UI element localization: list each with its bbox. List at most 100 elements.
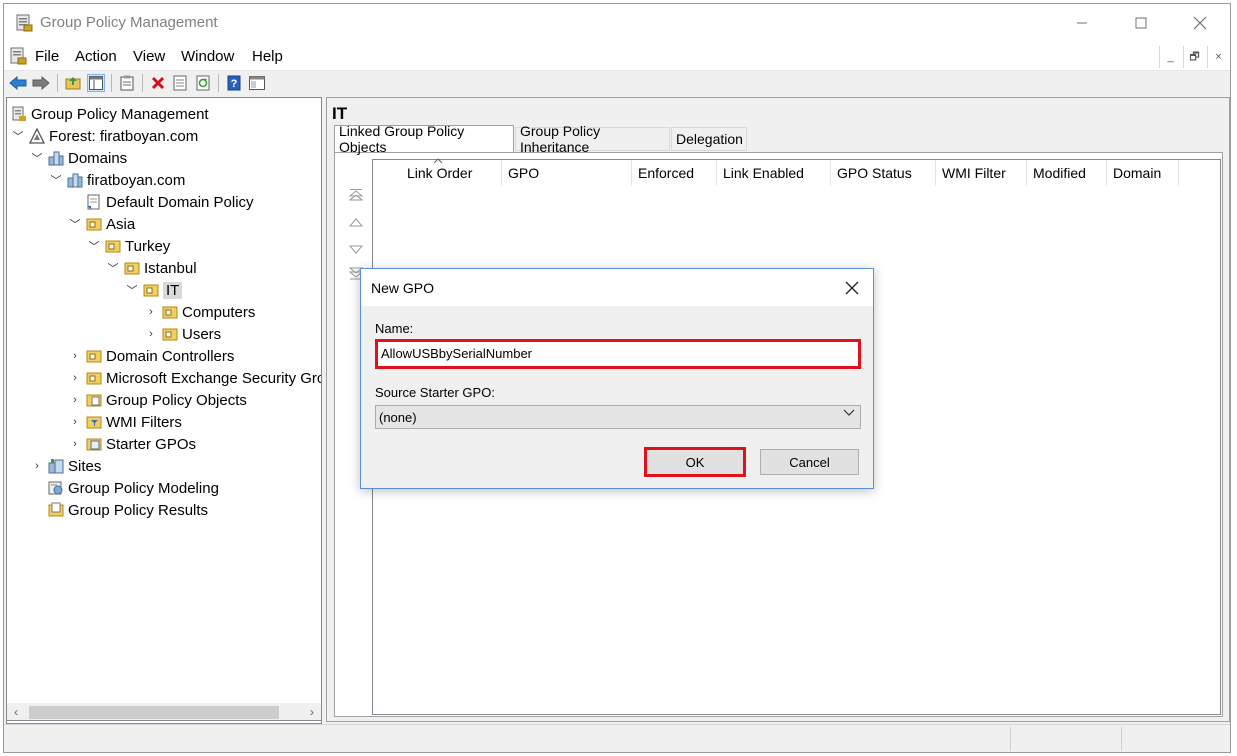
forward-arrow-icon — [32, 76, 50, 90]
sort-ascending-icon — [433, 158, 443, 164]
clipboard-icon — [120, 75, 134, 91]
back-arrow-icon — [9, 76, 27, 90]
chevron-right-icon[interactable]: › — [68, 349, 82, 363]
dialog-title: New GPO — [371, 280, 435, 296]
scroll-left-icon[interactable]: ‹ — [7, 703, 25, 721]
tree-node-turkey[interactable]: ﹀ Turkey — [87, 235, 171, 257]
tab-gp-inheritance[interactable]: Group Policy Inheritance — [515, 123, 670, 155]
chevron-down-icon[interactable]: ﹀ — [11, 129, 25, 143]
tab-linked-gpos[interactable]: Linked Group Policy Objects — [334, 123, 514, 155]
console-view-button[interactable] — [248, 74, 266, 92]
chevron-right-icon[interactable]: › — [68, 415, 82, 429]
tree-node-microsoft-exchange-security[interactable]: › Microsoft Exchange Security Grc — [68, 367, 321, 389]
column-gpo[interactable]: GPO — [502, 160, 632, 186]
help-button[interactable]: ? — [225, 74, 243, 92]
chevron-right-icon[interactable]: › — [144, 327, 158, 341]
menu-action[interactable]: Action — [75, 48, 117, 65]
gpo-link-icon — [87, 194, 100, 210]
move-up-button[interactable] — [348, 215, 364, 231]
domain-icon — [67, 173, 83, 188]
minimize-button[interactable] — [1059, 4, 1105, 42]
tree-node-group-policy-management[interactable]: Group Policy Management — [11, 103, 209, 125]
child-restore-button[interactable]: 🗗 — [1183, 46, 1205, 68]
move-top-button[interactable] — [348, 187, 364, 203]
ok-button[interactable]: OK — [644, 447, 746, 477]
tree-node-forest[interactable]: ﹀ Forest: firatboyan.com — [11, 125, 199, 147]
column-gpo-status[interactable]: GPO Status — [831, 160, 936, 186]
window-title: Group Policy Management — [40, 14, 218, 31]
forward-button[interactable] — [32, 74, 50, 92]
chevron-right-icon[interactable]: › — [30, 459, 44, 473]
close-button[interactable] — [1177, 4, 1223, 42]
menu-help[interactable]: Help — [252, 48, 283, 65]
tree-node-sites[interactable]: › Sites — [30, 455, 101, 477]
move-down-button[interactable] — [348, 241, 364, 257]
tree-node-firatboyan-com[interactable]: ﹀ firatboyan.com — [49, 169, 186, 191]
tree-node-starter-gpos[interactable]: › Starter GPOs — [68, 433, 196, 455]
source-starter-gpo-select[interactable]: (none) — [375, 405, 861, 429]
tree-label: Turkey — [125, 237, 171, 255]
scroll-right-icon[interactable]: › — [303, 703, 321, 721]
tree-node-wmi-filters[interactable]: › WMI Filters — [68, 411, 182, 433]
tree-node-default-domain-policy[interactable]: Default Domain Policy — [86, 191, 254, 213]
ou-folder-icon — [124, 262, 140, 275]
child-minimize-button[interactable]: _ — [1159, 46, 1181, 68]
dialog-close-button[interactable] — [839, 275, 865, 301]
chevron-down-icon[interactable]: ﹀ — [87, 239, 101, 253]
properties-icon — [173, 75, 187, 91]
column-domain[interactable]: Domain — [1107, 160, 1179, 186]
tree-node-it[interactable]: ﹀ IT — [125, 279, 183, 301]
console-tree[interactable]: Group Policy Management ﹀ Forest: firatb… — [6, 97, 322, 724]
tree-label: Asia — [106, 215, 136, 233]
chevron-down-icon[interactable]: ﹀ — [30, 151, 44, 165]
chevron-down-icon[interactable]: ﹀ — [68, 217, 82, 231]
tree-node-asia[interactable]: ﹀ Asia — [68, 213, 136, 235]
name-label: Name: — [375, 321, 414, 336]
chevron-down-icon[interactable]: ﹀ — [125, 283, 139, 297]
delete-icon — [151, 76, 165, 90]
tree-node-istanbul[interactable]: ﹀ Istanbul — [106, 257, 197, 279]
show-hide-tree-button[interactable] — [87, 74, 105, 92]
sites-icon — [48, 459, 64, 474]
tree-node-group-policy-objects[interactable]: › Group Policy Objects — [68, 389, 247, 411]
tree-label: Group Policy Modeling — [68, 479, 219, 497]
chevron-down-icon[interactable]: ﹀ — [106, 261, 120, 275]
maximize-button[interactable] — [1118, 4, 1164, 42]
new-gpo-dialog: New GPO Name: AllowUSBbySerialNumber Sou… — [360, 268, 874, 489]
tree-node-domain-controllers[interactable]: › Domain Controllers — [68, 345, 234, 367]
tree-node-group-policy-modeling[interactable]: Group Policy Modeling — [48, 477, 219, 499]
chevron-right-icon[interactable]: › — [68, 371, 82, 385]
tree-node-computers[interactable]: › Computers — [144, 301, 255, 323]
clipboard-button[interactable] — [118, 74, 136, 92]
tab-delegation[interactable]: Delegation — [671, 127, 747, 151]
gpm-app-icon — [16, 14, 33, 32]
cancel-button[interactable]: Cancel — [760, 449, 859, 475]
gpm-icon — [12, 106, 26, 121]
refresh-button[interactable] — [194, 74, 212, 92]
menu-view[interactable]: View — [133, 48, 165, 65]
gpo-name-input[interactable]: AllowUSBbySerialNumber — [375, 339, 861, 369]
column-wmi-filter[interactable]: WMI Filter — [936, 160, 1027, 186]
tree-horizontal-scrollbar[interactable]: ‹ › — [6, 703, 322, 721]
column-modified[interactable]: Modified — [1027, 160, 1107, 186]
chevron-right-icon[interactable]: › — [68, 393, 82, 407]
modeling-icon — [48, 481, 63, 495]
tree-node-domains[interactable]: ﹀ Domains — [30, 147, 128, 169]
column-link-enabled[interactable]: Link Enabled — [717, 160, 831, 186]
properties-button[interactable] — [171, 74, 189, 92]
child-close-button[interactable]: × — [1207, 46, 1229, 68]
menu-window[interactable]: Window — [181, 48, 234, 65]
chevron-down-icon[interactable]: ﹀ — [49, 173, 63, 187]
back-button[interactable] — [9, 74, 27, 92]
chevron-right-icon[interactable]: › — [68, 437, 82, 451]
chevron-right-icon[interactable]: › — [144, 305, 158, 319]
minimize-icon — [1077, 22, 1087, 24]
menu-file[interactable]: File — [35, 48, 59, 65]
column-enforced[interactable]: Enforced — [632, 160, 717, 186]
scrollbar-thumb[interactable] — [29, 706, 279, 719]
delete-button[interactable] — [149, 74, 167, 92]
tree-node-users[interactable]: › Users — [144, 323, 221, 345]
tree-node-group-policy-results[interactable]: Group Policy Results — [48, 499, 208, 521]
up-level-button[interactable] — [64, 74, 82, 92]
gpm-menu-icon[interactable] — [9, 47, 27, 65]
